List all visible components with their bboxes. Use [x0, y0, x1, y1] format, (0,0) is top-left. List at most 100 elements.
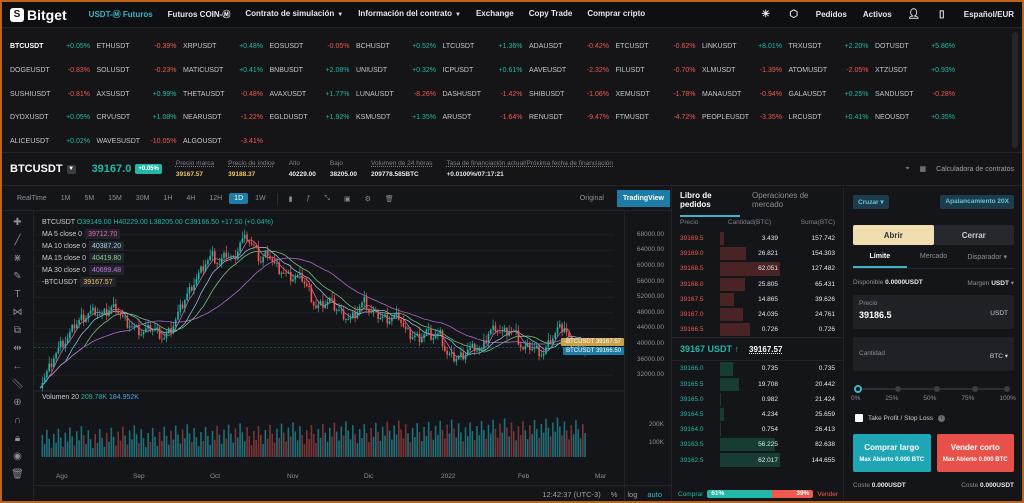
tab-orderbook[interactable]: Libro de pedidos: [680, 191, 740, 217]
stat-label[interactable]: Tasa de financiación actual/Próxima fech…: [446, 160, 613, 167]
bid-row[interactable]: 39163.5 56.225 82.638: [672, 437, 843, 452]
pattern-icon[interactable]: ⋈: [13, 307, 23, 318]
bid-row[interactable]: 39164.0 0.754 26.413: [672, 422, 843, 437]
interval-1m[interactable]: 1M: [54, 195, 78, 202]
stat-label[interactable]: Precio de índice: [228, 160, 275, 167]
tab-open[interactable]: Abrir: [853, 225, 934, 245]
screenshot-icon[interactable]: ▣: [337, 195, 358, 203]
bid-row[interactable]: 39165.0 0.982 21.424: [672, 392, 843, 407]
ask-row[interactable]: 39167.0 24.035 24.761: [672, 307, 843, 322]
price-chart[interactable]: BTCUSDT O39149.00 H40229.00 L38205.00 C3…: [34, 211, 672, 501]
bid-row[interactable]: 39165.5 19.708 20.442: [672, 377, 843, 392]
measure-icon[interactable]: ⇹: [13, 343, 21, 354]
ask-row[interactable]: 39169.5 3.439 157.742: [672, 231, 843, 246]
price-field[interactable]: Precio 39186.5 USDT: [853, 295, 1014, 329]
compare-icon[interactable]: ⤡: [317, 195, 337, 203]
stat-label[interactable]: Precio marca: [176, 160, 214, 167]
candle-type-icon[interactable]: ▮: [282, 195, 300, 203]
tradingview-button[interactable]: TradingView: [616, 190, 670, 207]
forecast-icon[interactable]: ⧉: [14, 325, 21, 336]
interval-12h[interactable]: 12H: [202, 195, 229, 202]
ruler-icon[interactable]: 📏︎: [11, 379, 24, 390]
ask-row[interactable]: 39168.5 62.051 127.482: [672, 261, 843, 276]
price-input[interactable]: 39186.5: [859, 310, 1008, 320]
brush-icon[interactable]: ✎: [13, 271, 21, 282]
margin-mode-button[interactable]: Cruzar ▾: [853, 195, 889, 209]
open-short-button[interactable]: Vender corto Max Abierto 0.000 BTC: [936, 434, 1014, 472]
crosshair-icon[interactable]: ✚: [13, 217, 21, 228]
tab-market[interactable]: Mercado: [907, 253, 961, 268]
delete-icon[interactable]: 🗑︎: [378, 195, 401, 203]
slider-handle[interactable]: [854, 385, 862, 393]
interval-1h[interactable]: 1H: [156, 195, 179, 202]
contract-calculator-link[interactable]: Calculadora de contratos: [936, 166, 1014, 173]
info-icon[interactable]: i: [938, 414, 946, 422]
quantity-unit-select[interactable]: BTC ▾: [990, 352, 1008, 360]
tab-trigger[interactable]: Disparador ▾: [960, 253, 1014, 268]
locale-selector[interactable]: Español/EUR: [964, 10, 1014, 19]
magnet-icon[interactable]: ∩: [14, 415, 21, 426]
orders-link[interactable]: Pedidos: [816, 10, 847, 19]
quantity-input[interactable]: Cantidad: [859, 350, 1008, 357]
user-icon[interactable]: 👤︎: [907, 9, 920, 21]
slider-stop-100[interactable]: [1004, 386, 1010, 392]
lock-icon[interactable]: 🔒︎: [15, 433, 20, 444]
back-arrow-icon[interactable]: ←: [13, 361, 23, 372]
interval-5m[interactable]: 5M: [77, 195, 101, 202]
bid-row[interactable]: 39166.0 0.735 0.735: [672, 361, 843, 376]
fib-icon[interactable]: ⋇: [13, 253, 21, 264]
ask-row[interactable]: 39167.5 14.865 39.626: [672, 292, 843, 307]
ask-row[interactable]: 39169.0 26.821 154.303: [672, 246, 843, 261]
log-toggle[interactable]: log: [627, 490, 637, 499]
interval-4h[interactable]: 4H: [179, 195, 202, 202]
tab-market-trades[interactable]: Operaciones de mercado: [752, 191, 834, 217]
auto-toggle[interactable]: auto: [647, 490, 662, 499]
symbol-selector[interactable]: BTCUSDT ▼: [10, 163, 76, 175]
indicators-icon[interactable]: ƒ: [299, 195, 317, 202]
ask-row[interactable]: 39166.5 0.726 0.726: [672, 322, 843, 337]
mobile-icon[interactable]: ▯: [936, 9, 948, 21]
ask-row[interactable]: 39168.0 25.805 65.431: [672, 277, 843, 292]
settings-icon[interactable]: ⚙: [358, 195, 378, 203]
slider-stop-75[interactable]: [971, 386, 978, 392]
nav-item-1[interactable]: Futuros COIN-Ⓜ: [168, 9, 231, 20]
slider-stop-25[interactable]: [895, 386, 902, 392]
theme-sun-icon[interactable]: ☀: [760, 9, 772, 21]
zoom-icon[interactable]: ⊕: [13, 397, 21, 408]
bitget-logo[interactable]: S Bitget: [10, 7, 67, 23]
nav-item-2[interactable]: Contrato de simulación ▼: [245, 9, 343, 20]
trash-icon[interactable]: 🗑︎: [11, 469, 24, 480]
nav-item-3[interactable]: Información del contrato ▼: [358, 9, 461, 20]
percent-toggle[interactable]: %: [611, 490, 618, 499]
eye-icon[interactable]: ◉: [13, 451, 22, 462]
interval-1d[interactable]: 1D: [229, 193, 249, 204]
assets-link[interactable]: Activos: [863, 10, 892, 19]
tpsl-checkbox[interactable]: [855, 414, 863, 422]
nav-item-4[interactable]: Exchange: [476, 9, 514, 20]
stat-label[interactable]: Volumen de 24 horas: [371, 160, 432, 167]
time-axis[interactable]: Ago Sep Oct Nov Dic 2022 Feb Mar: [34, 473, 624, 485]
slider-stop-50[interactable]: [933, 386, 940, 392]
settings-hex-icon[interactable]: ⬡: [788, 9, 800, 21]
quantity-field[interactable]: Cantidad BTC ▾: [853, 337, 1014, 371]
realtime-button[interactable]: RealTime: [10, 195, 54, 202]
ticker-scrollbar[interactable]: [1012, 32, 1018, 148]
location-pin-icon[interactable]: ⌖: [906, 165, 910, 173]
quantity-slider[interactable]: [854, 385, 1010, 393]
original-view-button[interactable]: Original: [573, 195, 611, 202]
interval-30m[interactable]: 30M: [129, 195, 157, 202]
open-long-button[interactable]: Comprar largo Max Abierto 0.000 BTC: [853, 434, 931, 472]
tab-limit[interactable]: Límite: [853, 253, 907, 268]
nav-item-6[interactable]: Comprar cripto: [587, 9, 645, 20]
interval-1w[interactable]: 1W: [248, 195, 273, 202]
tab-close[interactable]: Cerrar: [934, 225, 1015, 245]
text-icon[interactable]: T: [14, 289, 20, 300]
nav-item-0[interactable]: USDT-Ⓜ Futuros: [89, 9, 153, 20]
margin-unit-select[interactable]: USDT: [991, 280, 1009, 287]
price-axis[interactable]: 68000.00 64000.00 60000.00 56000.00 52000.00…: [624, 211, 672, 501]
nav-item-5[interactable]: Copy Trade: [529, 9, 573, 20]
interval-15m[interactable]: 15M: [101, 195, 129, 202]
leverage-button[interactable]: Apalancamiento 20X: [940, 195, 1014, 209]
bid-row[interactable]: 39164.5 4.234 25.659: [672, 407, 843, 422]
trend-line-icon[interactable]: ╱: [14, 235, 20, 246]
